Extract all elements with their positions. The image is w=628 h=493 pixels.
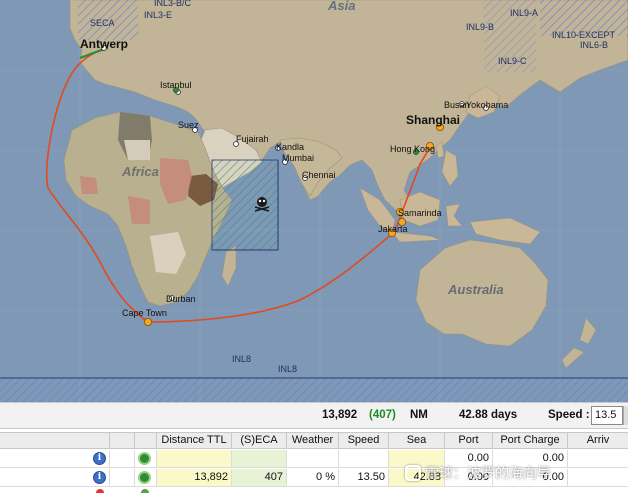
label-australia: Australia — [447, 282, 504, 297]
route-map[interactable]: Asia Africa Australia SECA INL3-E INL3-B… — [0, 0, 628, 402]
info-icon[interactable]: i — [93, 471, 106, 484]
speed-input-scroll[interactable] — [623, 406, 628, 425]
header-port-charge[interactable]: Port Charge — [493, 433, 568, 448]
header-blank-2 — [110, 433, 135, 448]
speed-label: Speed : — [548, 409, 590, 421]
route-table: Distance TTL (S)ECA Weather Speed Sea Po… — [0, 429, 628, 493]
label-africa: Africa — [121, 164, 159, 179]
alert-icon — [96, 489, 104, 493]
voyage-summary-bar: 13,892 (407) NM 42.88 days Speed : 13.5 — [0, 402, 628, 429]
waypoint-capetown[interactable] — [143, 317, 152, 326]
label-inl10: INL10-EXCEPT — [552, 30, 616, 40]
row-blank-cell: i — [0, 469, 110, 486]
ship-status-icon — [141, 489, 149, 493]
speed-input[interactable]: 13.5 — [591, 406, 623, 425]
header-weather[interactable]: Weather — [287, 433, 339, 448]
label-asia: Asia — [327, 0, 355, 13]
row-blank-cell — [110, 469, 135, 486]
label-inl8-b: INL8 — [278, 364, 297, 374]
header-sea[interactable]: Sea — [389, 433, 445, 448]
eca-zone-southern — [0, 378, 628, 402]
ship-icon[interactable] — [138, 471, 151, 484]
row-blank-cell: i — [0, 450, 110, 467]
label-fujairah: Fujairah — [236, 134, 269, 144]
row-ship-cell — [135, 450, 157, 467]
label-istanbul: Istanbul — [160, 80, 192, 90]
voyage-days: 42.88 days — [459, 409, 518, 421]
label-inl9c: INL9-C — [498, 56, 527, 66]
watermark-logo-icon — [405, 465, 421, 481]
cell-arrival[interactable] — [568, 469, 628, 486]
info-icon[interactable]: i — [93, 452, 106, 465]
total-distance: 13,892 — [322, 409, 358, 421]
cell-weather[interactable]: 0 % — [287, 469, 339, 486]
label-durban: Durban — [166, 294, 196, 304]
cell-distance[interactable]: 13,892 — [157, 469, 232, 486]
distance-unit: NM — [410, 409, 428, 421]
watermark-text: 雪球：波罗的海向导 — [425, 466, 551, 482]
label-inl3e: INL3-E — [144, 10, 172, 20]
header-port[interactable]: Port — [445, 433, 493, 448]
cell-distance[interactable] — [157, 450, 232, 467]
table-header: Distance TTL (S)ECA Weather Speed Sea Po… — [0, 432, 628, 449]
eca-zone-indian-ocean — [211, 159, 279, 251]
cell-arrival[interactable] — [568, 450, 628, 467]
row-ship-cell — [135, 469, 157, 486]
cell-speed[interactable] — [339, 450, 389, 467]
watermark: 雪球：波罗的海向导 — [405, 463, 551, 483]
label-capetown: Cape Town — [122, 308, 167, 318]
label-mumbai: Mumbai — [282, 153, 314, 163]
cell-speed[interactable]: 13.50 — [339, 469, 389, 486]
label-inl8-a: INL8 — [232, 354, 251, 364]
label-antwerp: Antwerp — [80, 37, 128, 51]
header-blank-3 — [135, 433, 157, 448]
header-arrival[interactable]: Arriv — [568, 433, 628, 448]
header-speed[interactable]: Speed — [339, 433, 389, 448]
label-kandla: Kandla — [276, 142, 304, 152]
header-seca[interactable]: (S)ECA — [232, 433, 287, 448]
label-inl3bc: INL3-B/C — [154, 0, 192, 8]
cell-seca[interactable] — [232, 450, 287, 467]
cell-seca[interactable]: 407 — [232, 469, 287, 486]
label-seca: SECA — [90, 18, 115, 28]
label-chennai: Chennai — [302, 170, 336, 180]
header-blank-1 — [0, 433, 110, 448]
label-samarinda: Samarinda — [398, 208, 442, 218]
label-inl6b: INL6-B — [580, 40, 608, 50]
ship-icon[interactable] — [138, 452, 151, 465]
table-row[interactable] — [0, 488, 628, 493]
label-yokohama: Yokohama — [466, 100, 508, 110]
label-inl9b: INL9-B — [466, 22, 494, 32]
label-suez: Suez — [178, 120, 199, 130]
label-jakarta: Jakarta — [378, 224, 408, 234]
cell-weather[interactable] — [287, 450, 339, 467]
header-distance-ttl[interactable]: Distance TTL — [157, 433, 232, 448]
label-hongkong: Hong Kong — [390, 144, 435, 154]
eca-distance: (407) — [369, 409, 396, 421]
label-inl9a: INL9-A — [510, 8, 538, 18]
row-blank-cell — [110, 450, 135, 467]
label-shanghai: Shanghai — [406, 113, 460, 127]
